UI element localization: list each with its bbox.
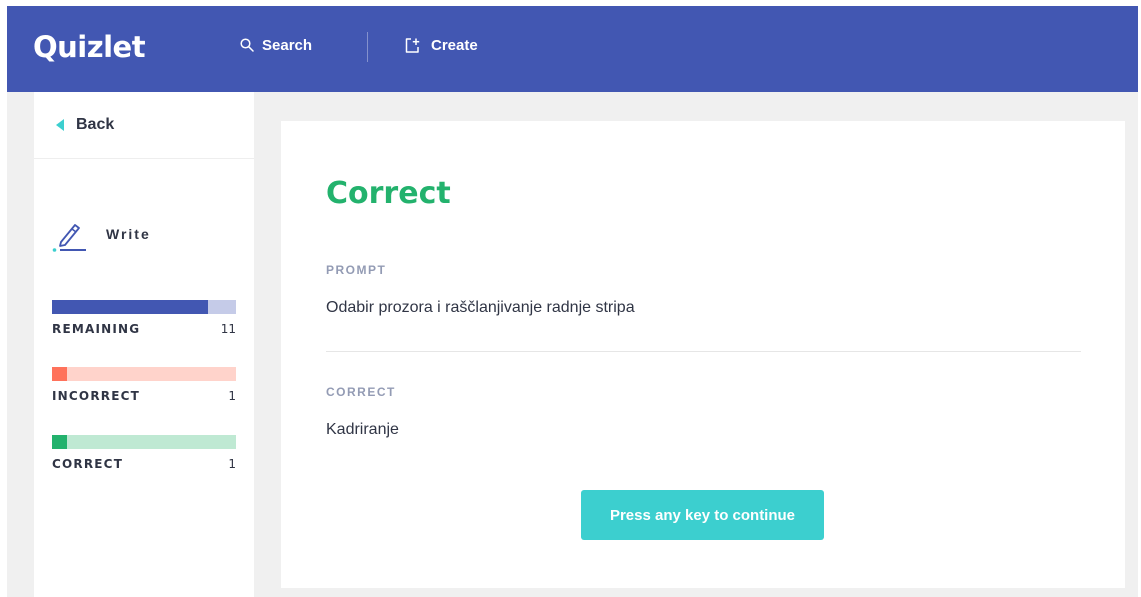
card-divider [326,351,1081,352]
back-button[interactable]: Back [56,116,114,134]
incorrect-progress-bar [52,367,236,381]
stat-correct: CORRECT 1 [52,435,236,471]
remaining-progress-bar [52,300,236,314]
nav-divider [367,32,368,62]
answer-label: CORRECT [326,385,396,399]
create-set-icon [405,37,420,53]
correct-count: 1 [228,457,236,471]
answer-feedback-card: Correct PROMPT Odabir prozora i raščlanj… [281,121,1125,588]
prompt-label: PROMPT [326,263,387,277]
prompt-text: Odabir prozora i raščlanjivanje radnje s… [326,299,635,316]
pen-write-icon [52,224,86,252]
remaining-progress-fill [52,300,209,314]
study-mode-indicator: Write [52,216,151,252]
incorrect-label: INCORRECT [52,389,140,403]
answer-text: Kadriranje [326,421,399,438]
continue-button[interactable]: Press any key to continue [581,490,824,540]
incorrect-progress-fill [52,367,67,381]
search-label: Search [262,36,313,54]
sidebar-divider [34,158,254,159]
correct-label: CORRECT [52,457,124,471]
back-label: Back [76,116,115,133]
back-triangle-icon [56,119,64,131]
stat-incorrect: INCORRECT 1 [52,367,236,403]
window-frame-left [0,0,7,597]
search-nav-button[interactable]: Search [240,33,312,57]
correct-progress-bar [52,435,236,449]
remaining-label: REMAINING [52,322,141,336]
mode-label: Write [106,226,151,242]
create-label: Create [431,36,478,54]
incorrect-count: 1 [228,389,236,403]
top-navbar: Quizlet Search Create [7,6,1138,92]
result-title: Correct [326,176,451,211]
search-icon [240,38,254,52]
correct-progress-fill [52,435,67,449]
remaining-count: 11 [220,322,236,336]
stat-remaining: REMAINING 11 [52,300,236,336]
create-nav-button[interactable]: Create [404,33,478,57]
study-sidebar: Back Write REMAINING 11 INCORRECT 1 CORR… [34,92,254,597]
quizlet-logo[interactable]: Quizlet [33,30,146,64]
